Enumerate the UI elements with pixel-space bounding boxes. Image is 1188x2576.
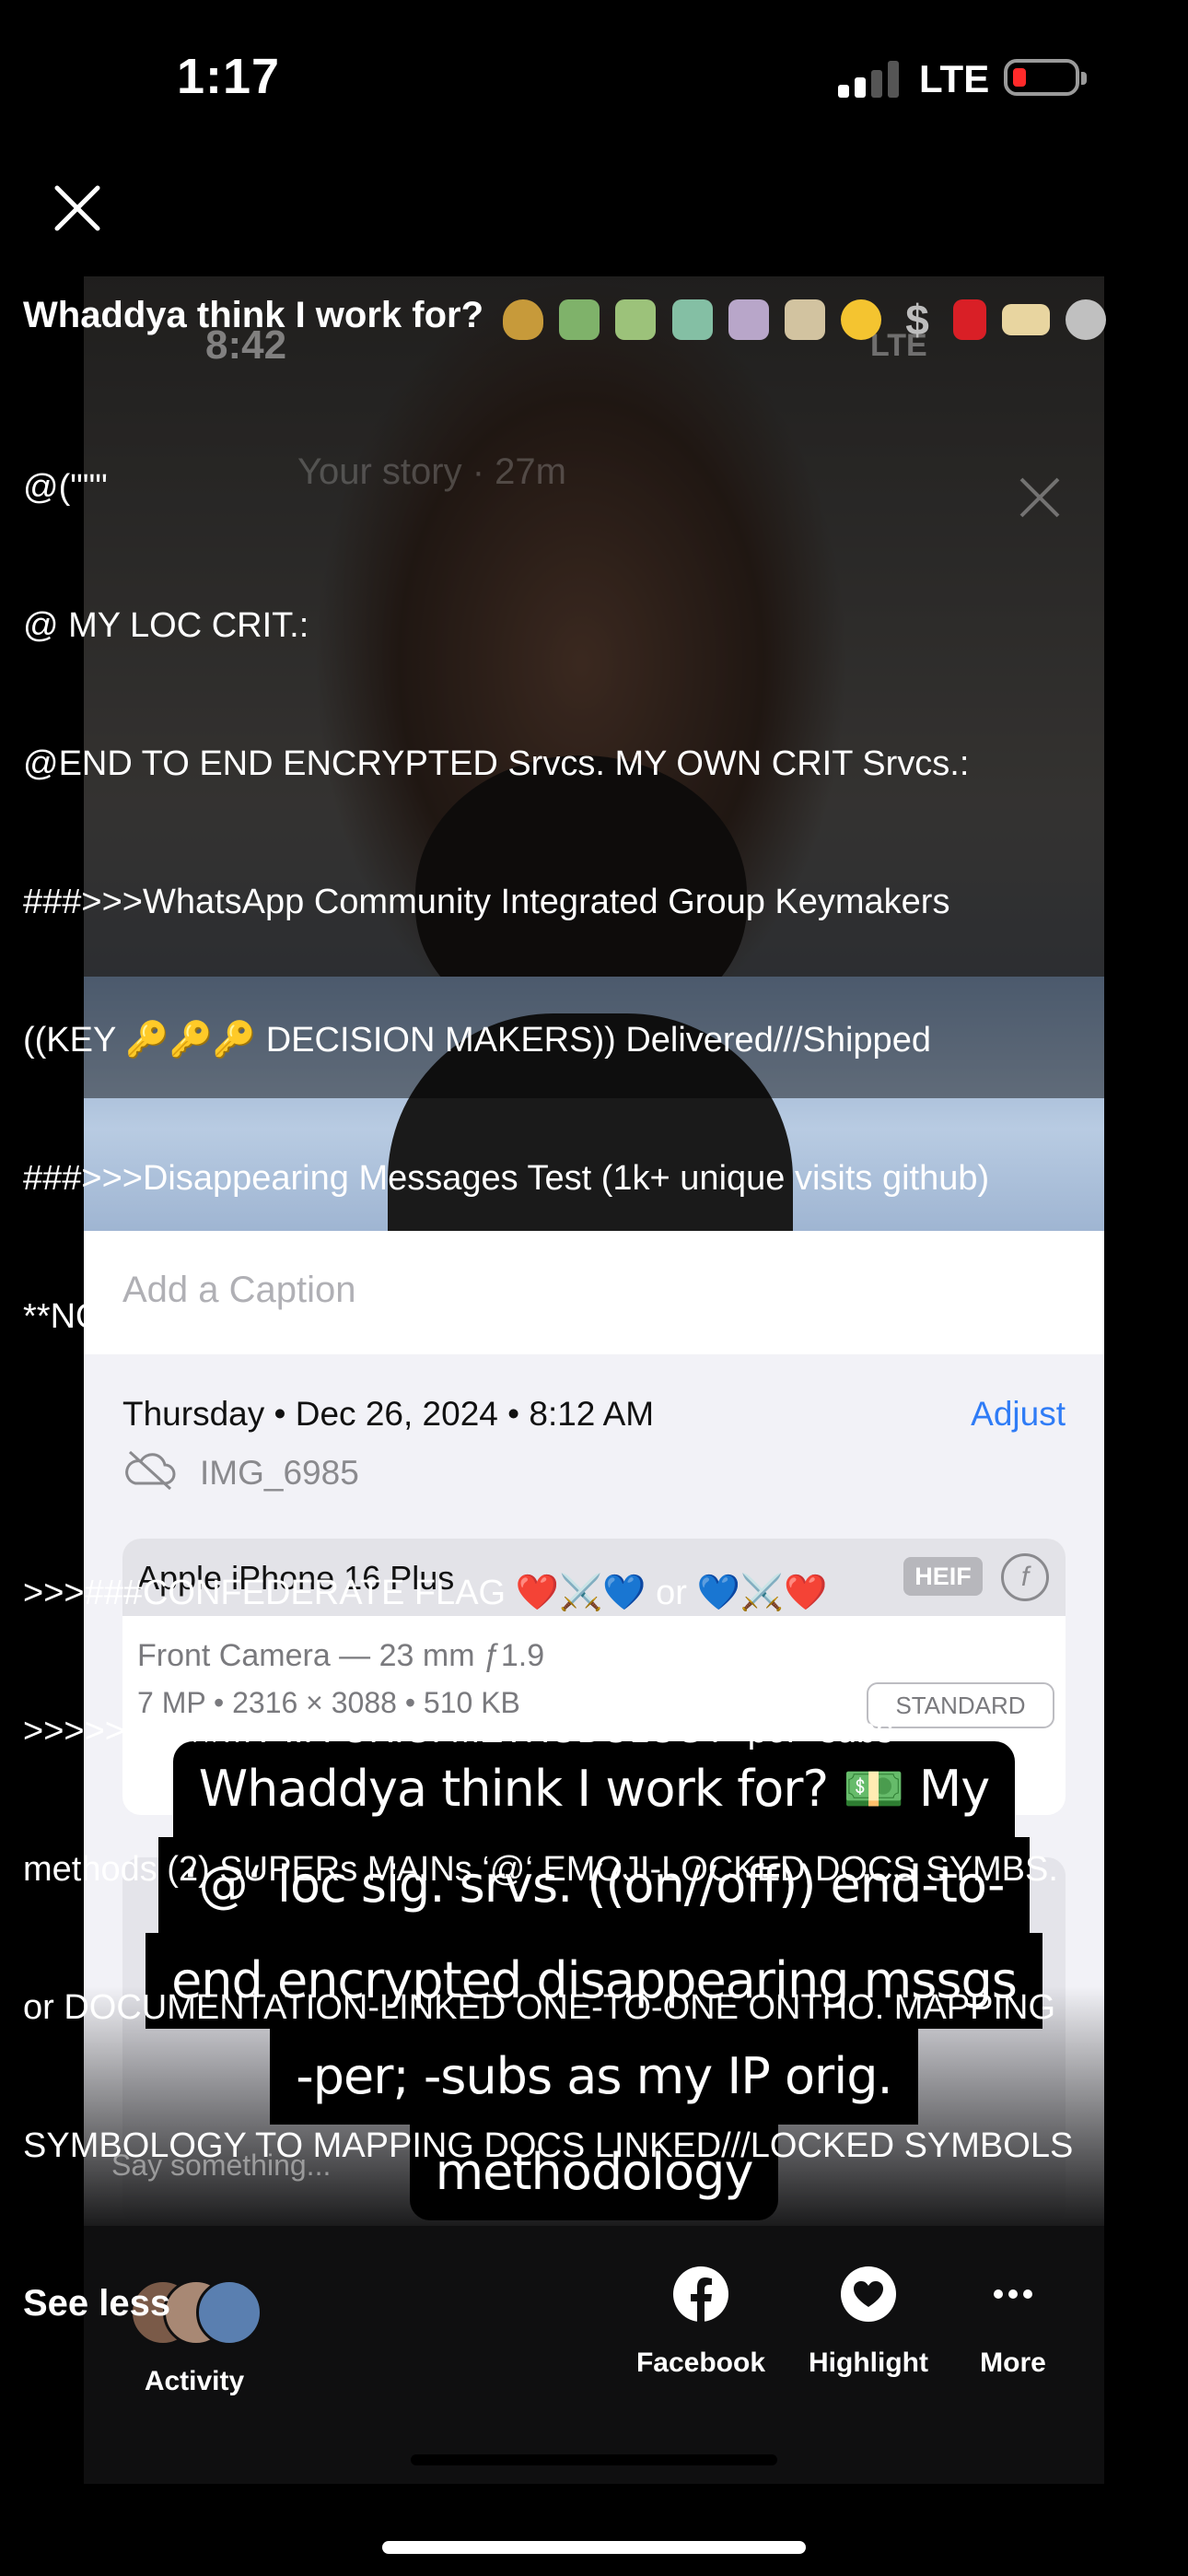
activity-label: Activity [144,2366,245,2396]
post-line: ((KEY 🔑🔑🔑 DECISION MAKERS)) Delivered///… [23,1021,931,1060]
post-line: @END TO END ENCRYPTED Srvcs. MY OWN CRIT… [23,744,970,784]
post-line: ###>>>WhatsApp Community Integrated Grou… [23,883,950,922]
post-line: SYMBOLOGY TO MAPPING DOCS LINKED///LOCKE… [23,2126,1074,2166]
post-line: @ MY LOC CRIT.: [23,606,309,646]
network-type: LTE [919,57,990,100]
close-icon[interactable] [48,179,107,238]
post-line: @(""" [23,468,108,508]
headline-text: Whaddya think I work for? [23,295,484,335]
money-mouth-face-icon [840,299,881,340]
post-line: **NOT YOUR LAUNCH NOT AFFL.** [23,1297,601,1337]
post-line: >>>###CONFEDERATE FLAG ❤️⚔️💙 or 💙⚔️❤️ [23,1574,828,1613]
post-line: ###>>>Disappearing Messages Test (1k+ un… [23,1159,990,1199]
status-time: 1:17 [177,49,281,104]
pound-banknote-icon [728,299,769,340]
post-line: >>>>>#####MY I.P. ORIG. METHODOLOGY -per… [23,1712,894,1751]
cellular-signal-icon [838,61,903,98]
post-body: @(""" @ MY LOC CRIT.: @END TO END ENCRYP… [23,372,1174,2261]
post-line-blank [23,1432,1174,1478]
coin-icon [1066,299,1107,340]
home-indicator[interactable] [382,2541,806,2554]
headline-emoji-strip: $ [503,287,1112,346]
inner-home-indicator [411,2454,777,2465]
battery-icon [1004,59,1087,96]
money-bag-icon [503,299,544,340]
red-envelope-icon [953,299,987,340]
euro-banknote-icon [671,299,713,340]
dollar-sign-icon: $ [905,295,929,344]
yen-banknote-icon [784,299,825,340]
post-line: methods (2) SUPERs MAINs ‘@‘ EMOJI-LOCKE… [23,1850,1058,1890]
post-headline: Whaddya think I work for? $ [23,286,1174,346]
money-with-wings-icon [559,299,600,340]
see-less-button[interactable]: See less [23,2283,1174,2324]
status-bar: 1:17 LTE [0,0,1188,157]
highlight-label: Highlight [809,2348,928,2378]
more-label: More [980,2348,1046,2378]
post-text-overlay: Whaddya think I work for? $ @(""" @ MY L… [23,286,1174,2324]
credit-card-icon [1002,303,1051,335]
dollar-banknote-icon [615,299,657,340]
facebook-label: Facebook [635,2348,766,2378]
post-line: or DOCUMENTATION-LINKED ONE-TO-ONE ONTHO… [23,1988,1056,2028]
